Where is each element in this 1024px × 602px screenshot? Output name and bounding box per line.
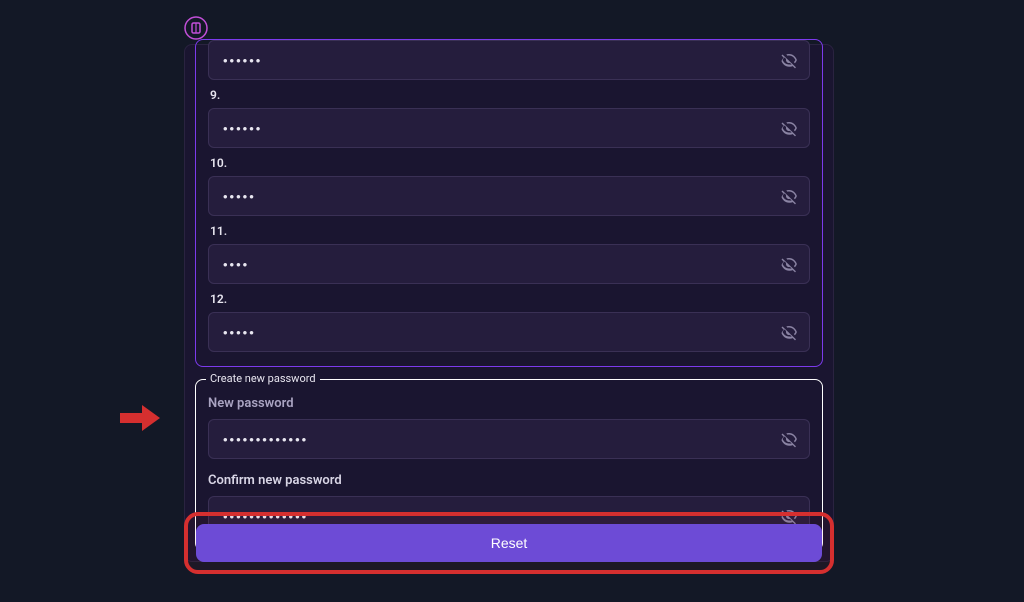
seed-label: 10. (210, 156, 810, 170)
visibility-off-icon[interactable] (780, 187, 798, 205)
seed-word-input[interactable] (208, 176, 810, 216)
seed-word-input[interactable] (208, 312, 810, 352)
visibility-off-icon[interactable] (780, 119, 798, 137)
seed-label: 11. (210, 224, 810, 238)
seed-row (208, 40, 810, 80)
seed-word-input[interactable] (208, 108, 810, 148)
reset-highlight-annotation: Reset (184, 512, 834, 574)
arrow-right-annotation-icon (120, 405, 160, 431)
visibility-off-icon[interactable] (780, 323, 798, 341)
seed-row: 11. (208, 224, 810, 284)
seed-row: 10. (208, 156, 810, 216)
visibility-off-icon[interactable] (780, 255, 798, 273)
visibility-off-icon[interactable] (780, 51, 798, 69)
seed-word-input[interactable] (208, 244, 810, 284)
password-legend: Create new password (206, 372, 320, 385)
confirm-password-label: Confirm new password (208, 473, 810, 488)
seed-label: 12. (210, 292, 810, 306)
seed-word-input[interactable] (208, 40, 810, 80)
seed-phrase-group: 9. 10. 11. (195, 39, 823, 367)
app-logo (184, 16, 208, 40)
visibility-off-icon[interactable] (780, 430, 798, 448)
seed-row: 12. (208, 292, 810, 352)
new-password-label: New password (208, 396, 810, 411)
new-password-input[interactable] (208, 419, 810, 459)
seed-label: 9. (210, 88, 810, 102)
seed-row: 9. (208, 88, 810, 148)
reset-button[interactable]: Reset (196, 524, 822, 562)
reset-card: 9. 10. 11. (184, 44, 834, 562)
